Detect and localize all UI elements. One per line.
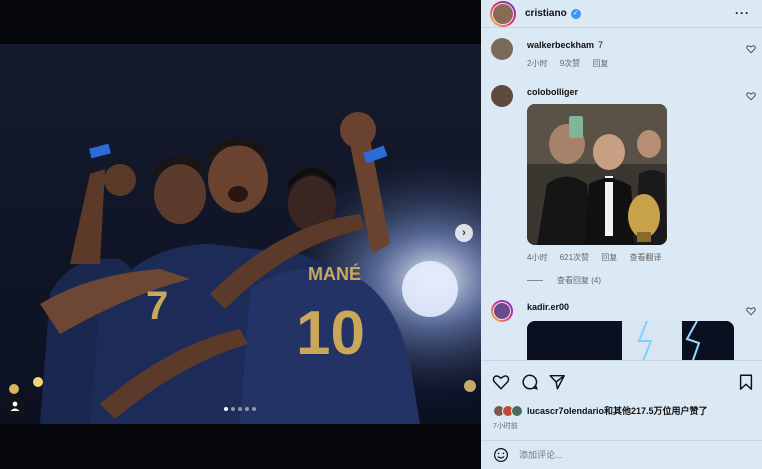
user-tags-button[interactable] <box>4 395 26 417</box>
post-header: cristiano ✓ ··· <box>481 0 762 28</box>
comment-image[interactable] <box>527 321 734 360</box>
comments-list[interactable]: walkerbeckham 7 2小时 9次赞 回复 colobolliger <box>481 30 762 360</box>
heart-icon[interactable] <box>492 373 510 391</box>
commenter-avatar[interactable] <box>491 300 513 322</box>
celebration-photo: MANÉ 10 7 <box>0 44 481 424</box>
carousel-dot <box>224 407 228 411</box>
comment-item: kadir.er00 <box>491 300 756 360</box>
comment-likes[interactable]: 9次赞 <box>560 59 580 68</box>
jersey-number: 10 <box>296 299 365 368</box>
post-viewer: MANÉ 10 7 › cristiano ✓ ··· walkerbeckha… <box>0 0 762 469</box>
comment-likes[interactable]: 621次赞 <box>560 253 589 262</box>
carousel-dot <box>231 407 235 411</box>
verified-badge-icon: ✓ <box>570 8 581 19</box>
carousel-dot <box>238 407 242 411</box>
share-icon[interactable] <box>548 373 566 391</box>
next-photo-button[interactable]: › <box>455 224 473 242</box>
liker-avatars <box>493 404 523 417</box>
post-timestamp[interactable]: 7小时前 <box>493 421 518 431</box>
post-photo[interactable]: MANÉ 10 7 <box>0 44 481 424</box>
heart-icon[interactable] <box>746 44 756 54</box>
comment-time: 4小时 <box>527 253 548 262</box>
comment-image[interactable] <box>527 104 667 245</box>
carousel-dot <box>245 407 249 411</box>
comment-reply-link[interactable]: 回复 <box>601 253 617 262</box>
author-username[interactable]: cristiano <box>525 8 567 19</box>
heart-icon[interactable] <box>746 91 756 101</box>
commenter-avatar[interactable] <box>491 38 513 60</box>
carousel-dot <box>252 407 256 411</box>
divider-line <box>527 280 543 281</box>
comment-time: 2小时 <box>527 59 548 68</box>
comment-meta: 2小时 9次赞 回复 <box>527 58 618 69</box>
commenter-avatar[interactable] <box>491 85 513 107</box>
chevron-right-icon: › <box>462 227 466 239</box>
user-tag-icon <box>10 401 20 411</box>
comment-input[interactable] <box>519 450 739 460</box>
likes-summary[interactable]: lucascr7olendario和其他217.5万位用户赞了 <box>493 404 708 417</box>
lightning-photo <box>527 321 734 360</box>
translate-link[interactable]: 查看翻译 <box>630 253 662 262</box>
media-area: MANÉ 10 7 › <box>0 0 481 469</box>
commenter-username[interactable]: kadir.er00 <box>527 302 569 312</box>
media-top-bar <box>0 0 481 44</box>
comment-meta: 4小时 621次赞 回复 查看翻译 <box>527 252 672 263</box>
add-comment-bar <box>481 440 762 469</box>
comment-item: colobolliger 4小时 621次赞 回复 查看翻译 查看回复 (4) <box>491 85 756 290</box>
bookmark-icon[interactable] <box>737 373 755 391</box>
selfie-photo <box>527 104 667 245</box>
comment-icon[interactable] <box>521 373 539 391</box>
view-replies-label: 查看回复 (4) <box>557 276 601 285</box>
heart-icon[interactable] <box>746 306 756 316</box>
post-actions: lucascr7olendario和其他217.5万位用户赞了 7小时前 <box>481 360 762 440</box>
comment-item: walkerbeckham 7 2小时 9次赞 回复 <box>491 38 756 78</box>
post-details-panel: cristiano ✓ ··· walkerbeckham 7 2小时 9次赞 回… <box>481 0 762 469</box>
author-avatar[interactable] <box>490 0 516 27</box>
media-bottom-bar <box>0 424 481 469</box>
emoji-icon[interactable] <box>493 447 509 463</box>
comment-text: 7 <box>598 40 604 50</box>
carousel-indicator <box>224 407 256 411</box>
jersey-number-secondary: 7 <box>146 284 168 328</box>
jersey-name: MANÉ <box>308 263 361 284</box>
more-options-icon[interactable]: ··· <box>735 6 750 20</box>
comment-reply-link[interactable]: 回复 <box>592 59 608 68</box>
likes-text: lucascr7olendario和其他217.5万位用户赞了 <box>527 406 708 416</box>
commenter-username[interactable]: walkerbeckham <box>527 40 594 50</box>
view-replies-button[interactable]: 查看回复 (4) <box>527 275 601 286</box>
commenter-username[interactable]: colobolliger <box>527 87 578 97</box>
